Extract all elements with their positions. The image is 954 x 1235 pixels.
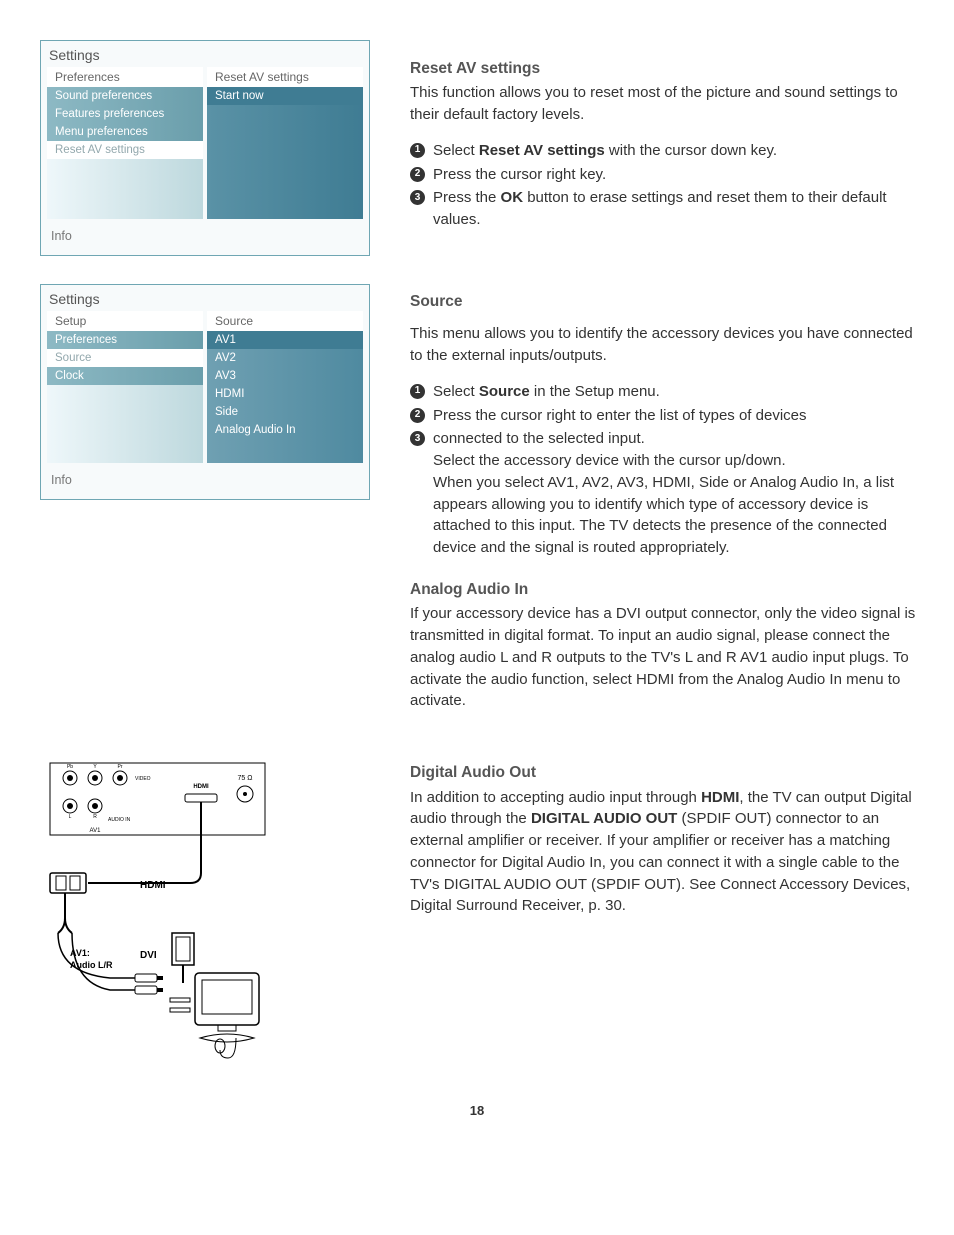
menu-item-selected[interactable]: Source	[47, 349, 203, 367]
step-number-icon: 1	[410, 143, 425, 158]
heading-source: Source	[410, 291, 926, 313]
menu-item[interactable]: HDMI	[207, 385, 363, 403]
panel-title: Settings	[47, 289, 363, 311]
svg-text:L: L	[69, 814, 72, 820]
heading-reset-av: Reset AV settings	[410, 58, 926, 80]
step-text: Press the cursor right to enter the list…	[433, 405, 926, 427]
menu-right-col: Reset AV settings Start now	[207, 67, 363, 219]
menu-item[interactable]: Features preferences	[47, 105, 203, 123]
svg-text:VIDEO: VIDEO	[135, 776, 151, 782]
svg-text:HDMI: HDMI	[140, 880, 166, 891]
svg-text:Y: Y	[93, 764, 97, 770]
svg-text:75 Ω: 75 Ω	[238, 775, 253, 782]
paragraph: This function allows you to reset most o…	[410, 82, 926, 126]
menu-item[interactable]: AV2	[207, 349, 363, 367]
svg-text:AUDIO IN: AUDIO IN	[108, 817, 131, 823]
menu-item-selected[interactable]: Reset AV settings	[47, 141, 203, 159]
paragraph: If your accessory device has a DVI outpu…	[410, 603, 926, 712]
svg-text:Audio L/R: Audio L/R	[70, 960, 113, 970]
step-text: Select Reset AV settings with the cursor…	[433, 140, 926, 162]
connection-diagram: Pb Y Pr VIDEO HDMI 75 Ω L R AUDIO IN AV1	[40, 758, 370, 1073]
step-text: Select Source in the Setup menu.	[433, 381, 926, 403]
menu-header: Reset AV settings	[207, 67, 363, 87]
menu-item[interactable]: Menu preferences	[47, 123, 203, 141]
svg-text:Pb: Pb	[67, 764, 73, 770]
heading-analog-audio: Analog Audio In	[410, 579, 926, 601]
step-text: Press the OK button to erase settings an…	[433, 187, 926, 231]
svg-text:AV1: AV1	[90, 828, 102, 834]
menu-item[interactable]: Clock	[47, 367, 203, 385]
settings-panel-source: Settings Setup Preferences Source Clock …	[40, 284, 370, 500]
menu-item[interactable]: Sound preferences	[47, 87, 203, 105]
heading-digital-audio: Digital Audio Out	[410, 762, 926, 784]
menu-header: Preferences	[47, 67, 203, 87]
svg-text:DVI: DVI	[140, 950, 157, 961]
menu-header: Source	[207, 311, 363, 331]
step-number-icon: 3	[410, 431, 425, 446]
page-number: 18	[0, 1093, 954, 1148]
step-list: 1 Select Source in the Setup menu. 2 Pre…	[410, 381, 926, 559]
menu-left-col: Setup Preferences Source Clock	[47, 311, 203, 463]
settings-panel-reset: Settings Preferences Sound preferences F…	[40, 40, 370, 256]
paragraph: This menu allows you to identify the acc…	[410, 323, 926, 367]
menu-right-col: Source AV1 AV2 AV3 HDMI Side Analog Audi…	[207, 311, 363, 463]
menu-item[interactable]: Preferences	[47, 331, 203, 349]
step-number-icon: 3	[410, 190, 425, 205]
panel-footer: Info	[47, 219, 363, 243]
step-number-icon: 1	[410, 384, 425, 399]
svg-text:HDMI: HDMI	[193, 784, 209, 790]
menu-left-col: Preferences Sound preferences Features p…	[47, 67, 203, 219]
svg-text:Pr: Pr	[118, 764, 123, 770]
svg-text:R: R	[93, 814, 97, 820]
step-list: 1 Select Reset AV settings with the curs…	[410, 140, 926, 231]
step-text: connected to the selected input. Select …	[433, 428, 926, 559]
menu-item[interactable]: Analog Audio In	[207, 421, 363, 439]
menu-item[interactable]: AV1	[207, 331, 363, 349]
panel-title: Settings	[47, 45, 363, 67]
menu-item[interactable]: Side	[207, 403, 363, 421]
step-number-icon: 2	[410, 408, 425, 423]
paragraph: In addition to accepting audio input thr…	[410, 787, 926, 918]
panel-footer: Info	[47, 463, 363, 487]
step-number-icon: 2	[410, 167, 425, 182]
menu-header: Setup	[47, 311, 203, 331]
menu-item-start-now[interactable]: Start now	[207, 87, 363, 105]
menu-item[interactable]: AV3	[207, 367, 363, 385]
svg-text:AV1:: AV1:	[70, 948, 90, 958]
content-column: Reset AV settings This function allows y…	[410, 40, 926, 1073]
step-text: Press the cursor right key.	[433, 164, 926, 186]
